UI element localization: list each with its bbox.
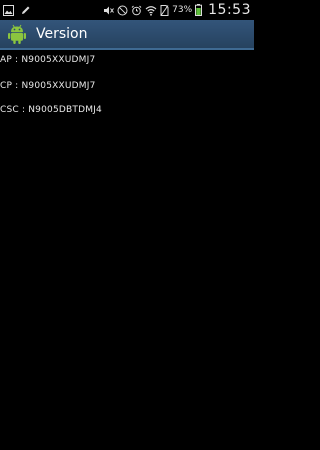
no-sim-icon [160,4,169,16]
version-value: N9005XXUDMJ7 [21,81,96,91]
version-label: CP [0,81,13,91]
version-label: AP [0,55,12,65]
image-icon [3,4,14,16]
version-label: CSC [0,105,19,115]
version-cp: CP : N9005XXUDMJ7 [0,81,96,91]
battery-percent: 73% [172,5,193,15]
version-csc: CSC : N9005DBTDMJ4 [0,105,102,115]
version-value: N9005XXUDMJ7 [21,55,96,65]
app-title: Version [36,26,88,42]
version-ap: AP : N9005XXUDMJ7 [0,55,95,65]
wifi-icon [145,5,157,16]
status-bar[interactable]: 73% 15:53 [0,0,254,20]
battery-icon [195,4,203,16]
version-separator: : [18,105,29,115]
no-signal-icon [117,5,128,16]
version-value: N9005DBTDMJ4 [28,105,102,115]
android-icon[interactable] [6,23,28,45]
version-separator: : [11,55,22,65]
notification-area[interactable] [3,4,31,16]
pencil-icon [20,5,31,16]
mute-icon [103,5,115,16]
alarm-icon [131,5,142,16]
clock: 15:53 [208,2,251,18]
action-bar: Version [0,20,254,50]
